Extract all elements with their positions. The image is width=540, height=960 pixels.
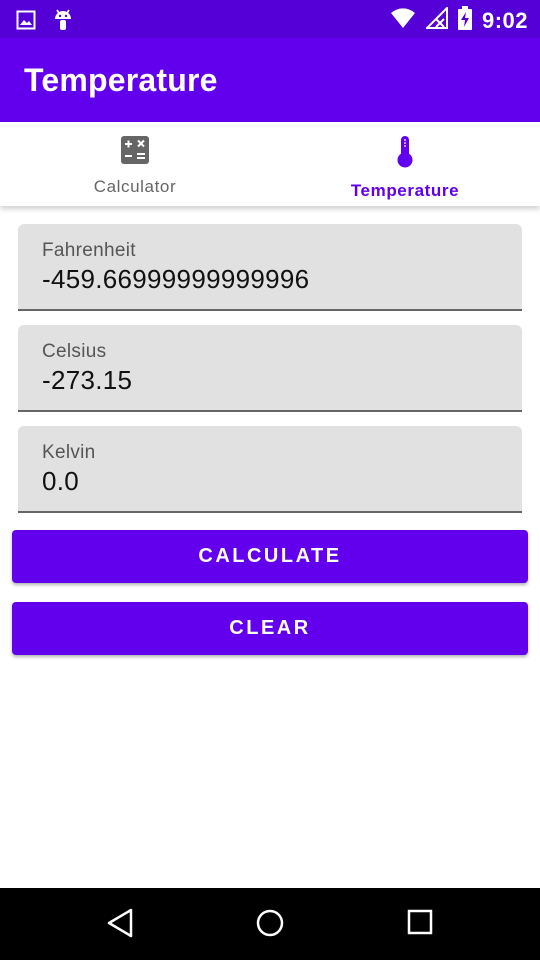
- back-icon[interactable]: [106, 908, 134, 943]
- calculate-button[interactable]: CALCULATE: [12, 530, 528, 583]
- status-time: 9:02: [481, 7, 528, 33]
- android-icon: [52, 8, 74, 37]
- fahrenheit-label: Fahrenheit: [42, 240, 136, 261]
- home-icon[interactable]: [255, 908, 285, 943]
- fahrenheit-input[interactable]: -459.66999999999996: [42, 264, 309, 295]
- clear-button[interactable]: CLEAR: [12, 602, 528, 655]
- recents-icon[interactable]: [407, 908, 433, 941]
- tab-temperature-label: Temperature: [350, 181, 460, 200]
- tab-temperature[interactable]: Temperature: [270, 122, 540, 206]
- page-title: Temperature: [24, 62, 218, 98]
- no-signal-icon: [424, 5, 448, 34]
- tab-bar: Calculator Temperature: [0, 122, 540, 206]
- fahrenheit-field[interactable]: Fahrenheit -459.66999999999996: [18, 224, 522, 311]
- celsius-field[interactable]: Celsius -273.15: [18, 325, 522, 412]
- kelvin-field[interactable]: Kelvin 0.0: [18, 426, 522, 513]
- kelvin-input[interactable]: 0.0: [42, 466, 79, 497]
- image-icon: [16, 10, 36, 35]
- wifi-icon: [390, 7, 416, 34]
- celsius-label: Celsius: [42, 341, 107, 362]
- navigation-bar: [0, 888, 540, 960]
- battery-charging-icon: [457, 6, 472, 35]
- app-bar: Temperature: [0, 38, 540, 122]
- celsius-input[interactable]: -273.15: [42, 365, 132, 396]
- tab-calculator-label: Calculator: [93, 177, 177, 196]
- tab-calculator[interactable]: Calculator: [0, 122, 270, 206]
- thermometer-icon: [395, 136, 415, 173]
- calculator-icon: [121, 136, 149, 169]
- status-bar: 9:02: [0, 0, 540, 38]
- kelvin-label: Kelvin: [42, 442, 96, 463]
